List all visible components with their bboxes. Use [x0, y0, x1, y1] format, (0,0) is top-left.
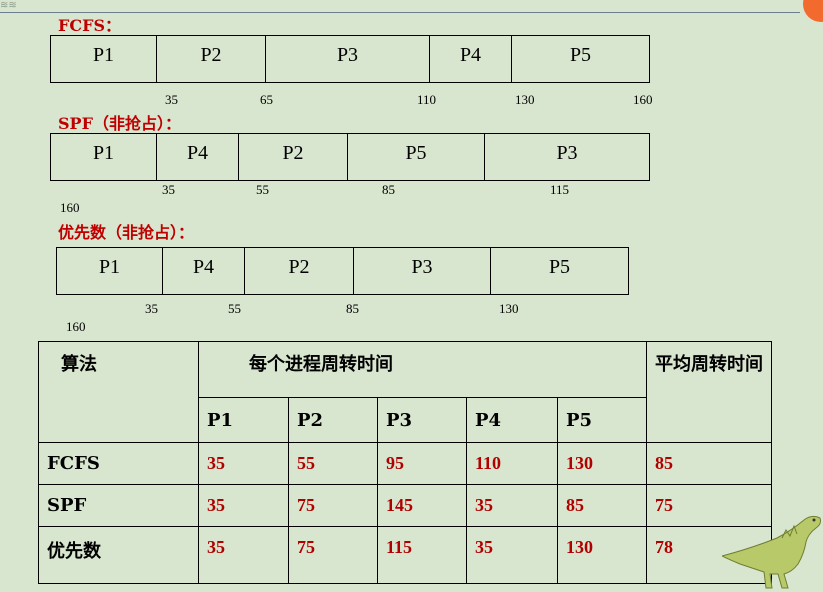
algo-cell: 优先数	[38, 526, 199, 584]
time-tick: 160	[66, 319, 86, 334]
value-cell: 35	[198, 526, 289, 584]
gantt-block: P4	[157, 134, 239, 180]
table-row: 优先数 35 75 115 35 130 78	[38, 526, 772, 584]
proc-header: P1	[198, 397, 289, 443]
gantt-block: P5	[348, 134, 485, 180]
time-tick: 160	[60, 200, 80, 215]
algo-header: 算法	[38, 341, 199, 443]
gantt-block: P2	[239, 134, 348, 180]
value-cell: 95	[377, 442, 467, 485]
turnaround-table: 算法 每个进程周转时间 平均周转时间 P1 P2 P3 P4 P5 FCFS 3…	[38, 341, 772, 584]
table-row: FCFS 35 55 95 110 130 85	[38, 442, 772, 485]
gantt-block: P4	[430, 36, 512, 82]
gantt-block: P5	[548, 256, 571, 278]
fcfs-heading: FCFS：	[58, 16, 122, 35]
avg-cell: 85	[646, 442, 772, 485]
priority-heading: 优先数（非抢占）：	[58, 223, 195, 242]
gantt-block: P4	[163, 248, 245, 294]
time-tick: 55	[256, 182, 269, 197]
algo-cell: SPF	[38, 484, 199, 527]
spf-gantt: P1 P4 P2 P5 P3	[50, 133, 650, 181]
value-cell: 35	[198, 442, 289, 485]
time-tick: 115	[550, 182, 570, 197]
corner-badge-icon	[803, 0, 823, 22]
value-cell: 110	[466, 442, 558, 485]
value-cell: 145	[377, 484, 467, 527]
table-row: SPF 35 75 145 35 85 75	[38, 484, 772, 527]
time-tick: 85	[346, 301, 359, 316]
value-cell: 85	[557, 484, 647, 527]
time-tick: 110	[417, 92, 437, 107]
proc-header: P4	[466, 397, 558, 443]
proc-header: P3	[377, 397, 467, 443]
value-cell: 35	[466, 526, 558, 584]
gantt-block: P1	[51, 36, 157, 82]
algo-cell: FCFS	[38, 442, 199, 485]
gantt-block: P5	[569, 44, 592, 66]
value-cell: 35	[466, 484, 558, 527]
value-cell: 130	[557, 442, 647, 485]
spf-heading: SPF（非抢占）：	[58, 114, 181, 133]
dinosaur-icon	[722, 515, 821, 589]
time-tick: 35	[145, 301, 158, 316]
proc-header: P5	[557, 397, 647, 443]
gantt-block: P3	[556, 142, 578, 164]
gantt-block: P1	[57, 248, 163, 294]
value-cell: 115	[377, 526, 467, 584]
time-tick: 130	[515, 92, 535, 107]
time-tick: 35	[162, 182, 175, 197]
value-cell: 75	[288, 484, 378, 527]
gantt-block: P1	[51, 134, 157, 180]
priority-gantt: P1 P4 P2 P3 P5	[56, 247, 629, 295]
corner-logo-icon: ≋≋	[0, 0, 17, 11]
value-cell: 75	[288, 526, 378, 584]
gantt-block: P3	[354, 248, 491, 294]
avg-header: 平均周转时间	[646, 341, 772, 443]
value-cell: 130	[557, 526, 647, 584]
time-tick: 65	[260, 92, 273, 107]
gantt-block: P2	[157, 36, 266, 82]
gantt-block: P3	[266, 36, 430, 82]
time-tick: 35	[165, 92, 178, 107]
time-tick: 85	[382, 182, 395, 197]
time-tick: 130	[499, 301, 519, 316]
value-cell: 35	[198, 484, 289, 527]
gantt-block: P2	[245, 248, 354, 294]
proc-header: P2	[288, 397, 378, 443]
value-cell: 55	[288, 442, 378, 485]
time-tick: 160	[633, 92, 653, 107]
fcfs-gantt: P1 P2 P3 P4 P5	[50, 35, 650, 83]
turnaround-header: 每个进程周转时间	[198, 341, 647, 398]
time-tick: 55	[228, 301, 241, 316]
